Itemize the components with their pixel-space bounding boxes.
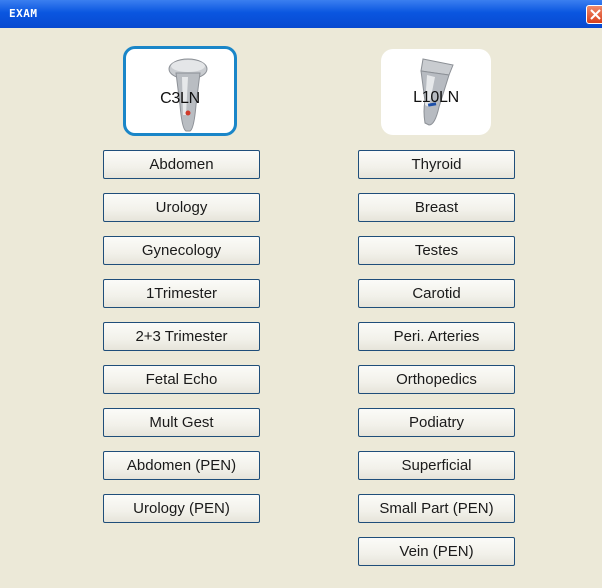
exam-button[interactable]: Carotid: [358, 279, 515, 308]
close-icon: [590, 9, 601, 20]
exam-button[interactable]: Small Part (PEN): [358, 494, 515, 523]
exam-window: C3LN L10LN Abdomen Urology Gynecology 1Trim…: [0, 28, 602, 588]
probe-c3ln[interactable]: C3LN: [123, 46, 237, 136]
probe-label: L10LN: [413, 89, 459, 106]
exam-button[interactable]: Superficial: [358, 451, 515, 480]
exam-button[interactable]: Abdomen (PEN): [103, 451, 260, 480]
exam-button[interactable]: Vein (PEN): [358, 537, 515, 566]
exam-button[interactable]: Urology: [103, 193, 260, 222]
probe-label: C3LN: [160, 90, 200, 107]
exam-button[interactable]: 1Trimester: [103, 279, 260, 308]
exam-button[interactable]: Abdomen: [103, 150, 260, 179]
exam-button[interactable]: Gynecology: [103, 236, 260, 265]
title-bar: EXAM: [0, 0, 602, 28]
exam-button[interactable]: Thyroid: [358, 150, 515, 179]
exam-button[interactable]: Podiatry: [358, 408, 515, 437]
window-title: EXAM: [9, 7, 38, 20]
exam-button[interactable]: Testes: [358, 236, 515, 265]
exam-button[interactable]: Breast: [358, 193, 515, 222]
exam-button[interactable]: Peri. Arteries: [358, 322, 515, 351]
close-button[interactable]: [586, 5, 602, 24]
exam-button[interactable]: Orthopedics: [358, 365, 515, 394]
probe-l10ln[interactable]: L10LN: [381, 49, 491, 135]
exam-button[interactable]: Urology (PEN): [103, 494, 260, 523]
exam-button[interactable]: 2+3 Trimester: [103, 322, 260, 351]
exam-button[interactable]: Mult Gest: [103, 408, 260, 437]
exam-button[interactable]: Fetal Echo: [103, 365, 260, 394]
